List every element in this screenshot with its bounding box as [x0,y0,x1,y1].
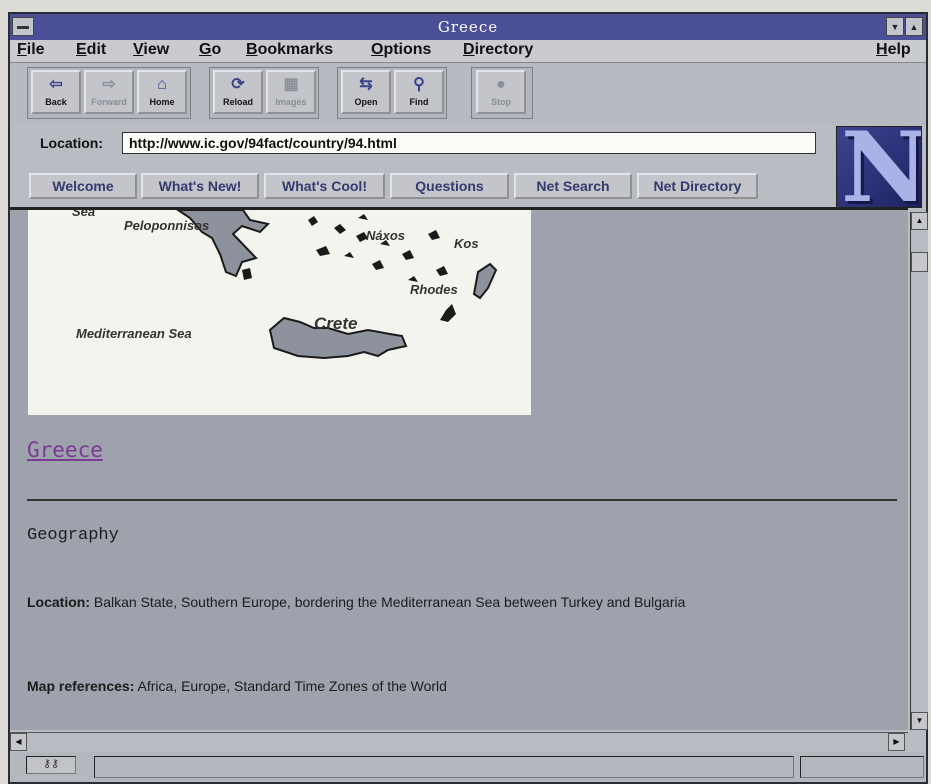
status-bar: ⚷⚷ [10,752,926,782]
nav-button-group: ⇦ Back ⇨ Forward ⌂ Home [27,67,191,119]
location-field-label: Location: [27,594,90,610]
open-label: Open [354,97,378,107]
open-button[interactable]: ⇆ Open [341,70,391,114]
questions-button[interactable]: Questions [390,173,509,199]
open-icon: ⇆ [359,76,373,93]
location-bar: Location: [10,127,926,157]
images-icon: ▦ [283,76,299,93]
vertical-scroll-thumb[interactable] [911,252,928,272]
home-label: Home [149,97,175,107]
scroll-right-button[interactable]: ▶ [888,733,905,751]
content-area: Sea Peloponnisos Náxos Kos Rhodes Crete … [10,207,908,730]
forward-label: Forward [91,97,127,107]
aegean-islands [242,214,456,322]
find-button[interactable]: ⚲ Find [394,70,444,114]
window-title: Greece [437,18,499,36]
location-input[interactable] [122,132,816,154]
find-label: Find [409,97,429,107]
back-button[interactable]: ⇦ Back [31,70,81,114]
minimize-button[interactable]: ▼ [886,17,904,36]
whats-new-button[interactable]: What's New! [141,173,259,199]
stop-button[interactable]: ● Stop [476,70,526,114]
map-references-value: Africa, Europe, Standard Time Zones of t… [134,678,447,694]
reload-label: Reload [222,97,253,107]
net-search-button[interactable]: Net Search [514,173,632,199]
horizontal-rule [27,499,897,501]
binoculars-icon: ⚲ [413,76,425,93]
welcome-button[interactable]: Welcome [29,173,137,199]
map-label-peloponnisos: Peloponnisos [124,218,210,233]
menu-help[interactable]: Help [876,41,911,59]
net-directory-button[interactable]: Net Directory [637,173,758,199]
forward-arrow-icon: ⇨ [102,76,116,93]
menu-options[interactable]: Options [371,41,431,59]
status-progress-field [800,756,924,778]
netscape-logo[interactable]: N [836,126,922,208]
map-references-paragraph: Map references: Africa, Europe, Standard… [27,677,847,695]
directory-buttons: Welcome What's New! What's Cool! Questio… [10,173,926,201]
toolbar: ⇦ Back ⇨ Forward ⌂ Home ⟳ Reload ▦ Image… [10,63,926,125]
rhodes-landmass [472,262,498,300]
greece-map-image: Sea Peloponnisos Náxos Kos Rhodes Crete … [28,210,531,415]
reload-button[interactable]: ⟳ Reload [213,70,263,114]
map-label-rhodes: Rhodes [410,282,458,297]
stop-button-group: ● Stop [471,67,533,119]
map-references-label: Map references: [27,678,135,694]
home-icon: ⌂ [157,76,167,93]
vertical-scrollbar[interactable]: ▲ ▼ [910,212,928,730]
netscape-n-icon: N [841,126,922,208]
location-field-value: Balkan State, Southern Europe, bordering… [90,594,686,610]
horizontal-scrollbar[interactable]: ◀ ▶ [10,732,908,751]
menu-view[interactable]: View [133,41,169,59]
forward-button[interactable]: ⇨ Forward [84,70,134,114]
menu-go[interactable]: Go [199,41,221,59]
map-label-naxos: Náxos [366,228,406,243]
map-label-sea: Sea [72,207,96,219]
open-find-button-group: ⇆ Open ⚲ Find [337,67,447,119]
title-bar[interactable]: Greece ▼ ▲ [10,14,926,40]
back-arrow-icon: ⇦ [49,76,63,93]
reload-icon: ⟳ [231,76,245,93]
menu-edit[interactable]: Edit [76,41,106,59]
back-label: Back [45,97,67,107]
map-label-mediterranean: Mediterranean Sea [76,326,192,341]
map-label-kos: Kos [454,236,479,251]
location-paragraph: Location: Balkan State, Southern Europe,… [27,593,847,611]
geography-heading: Geography [27,526,119,545]
scroll-down-button[interactable]: ▼ [911,712,928,730]
menu-bar: File Edit View Go Bookmarks Options Dire… [10,40,926,63]
status-message-field [94,756,794,778]
images-button[interactable]: ▦ Images [266,70,316,114]
whats-cool-button[interactable]: What's Cool! [264,173,385,199]
scroll-left-button[interactable]: ◀ [10,733,27,751]
menu-directory[interactable]: Directory [463,41,533,59]
menu-bookmarks[interactable]: Bookmarks [246,41,333,59]
menu-file[interactable]: File [17,41,45,59]
browser-window: Greece ▼ ▲ File Edit View Go Bookmarks O… [8,12,928,784]
page-content: Sea Peloponnisos Náxos Kos Rhodes Crete … [10,210,908,730]
map-label-crete: Crete [314,314,358,333]
reload-button-group: ⟳ Reload ▦ Images [209,67,319,119]
home-button[interactable]: ⌂ Home [137,70,187,114]
maximize-button[interactable]: ▲ [905,17,923,36]
stop-icon: ● [496,76,506,93]
images-label: Images [275,97,307,107]
location-label: Location: [40,135,103,151]
scroll-up-button[interactable]: ▲ [911,212,928,230]
greece-link[interactable]: Greece [27,438,103,462]
security-key-icon: ⚷⚷ [26,756,76,774]
stop-label: Stop [491,97,511,107]
